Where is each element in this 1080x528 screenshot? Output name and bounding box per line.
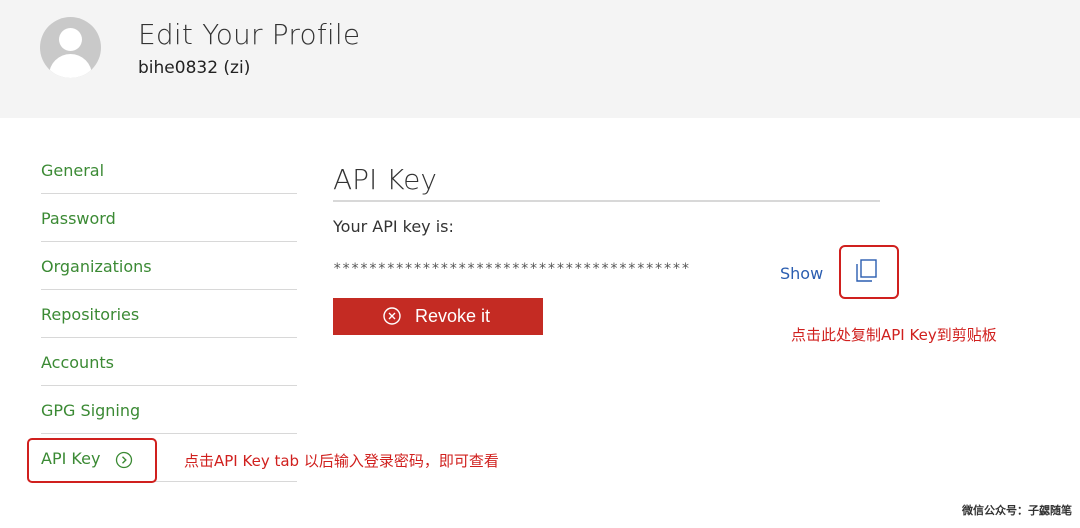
revoke-api-key-button[interactable]: Revoke it	[333, 298, 543, 335]
avatar	[40, 17, 101, 78]
sidebar-item-label: Password	[41, 209, 116, 228]
page-title: Edit Your Profile	[138, 18, 361, 51]
sidebar-item-label: Accounts	[41, 353, 114, 372]
sidebar-item-label: Repositories	[41, 305, 140, 324]
sidebar-item-gpg-signing[interactable]: GPG Signing	[41, 386, 297, 434]
avatar-head	[59, 28, 82, 51]
watermark: 微信公众号：子勰随笔	[962, 504, 1072, 517]
sidebar-item-label: Organizations	[41, 257, 152, 276]
sidebar-item-general[interactable]: General	[41, 146, 297, 194]
sidebar-item-label: GPG Signing	[41, 401, 141, 420]
revoke-label: Revoke it	[415, 306, 491, 326]
copy-annotation: 点击此处复制API Key到剪贴板	[791, 326, 997, 344]
copy-icon	[839, 245, 899, 299]
close-circle-icon	[383, 307, 401, 325]
username: bihe0832 (zi)	[138, 58, 251, 78]
sidebar-item-password[interactable]: Password	[41, 194, 297, 242]
section-title: API Key	[333, 163, 437, 196]
api-key-masked-value: ****************************************	[333, 261, 691, 277]
sidebar-item-repositories[interactable]: Repositories	[41, 290, 297, 338]
profile-header: Edit Your Profile bihe0832 (zi)	[0, 0, 1080, 118]
show-api-key-link[interactable]: Show	[780, 264, 823, 283]
section-divider	[333, 200, 880, 202]
tab-annotation: 点击API Key tab 以后输入登录密码，即可查看	[184, 452, 499, 470]
sidebar-item-organizations[interactable]: Organizations	[41, 242, 297, 290]
sidebar-item-label: General	[41, 161, 105, 180]
sidebar-item-accounts[interactable]: Accounts	[41, 338, 297, 386]
avatar-torso	[49, 54, 92, 78]
api-key-tab-highlight	[27, 438, 157, 483]
copy-api-key-button[interactable]	[839, 245, 899, 299]
api-key-label: Your API key is:	[333, 217, 454, 236]
